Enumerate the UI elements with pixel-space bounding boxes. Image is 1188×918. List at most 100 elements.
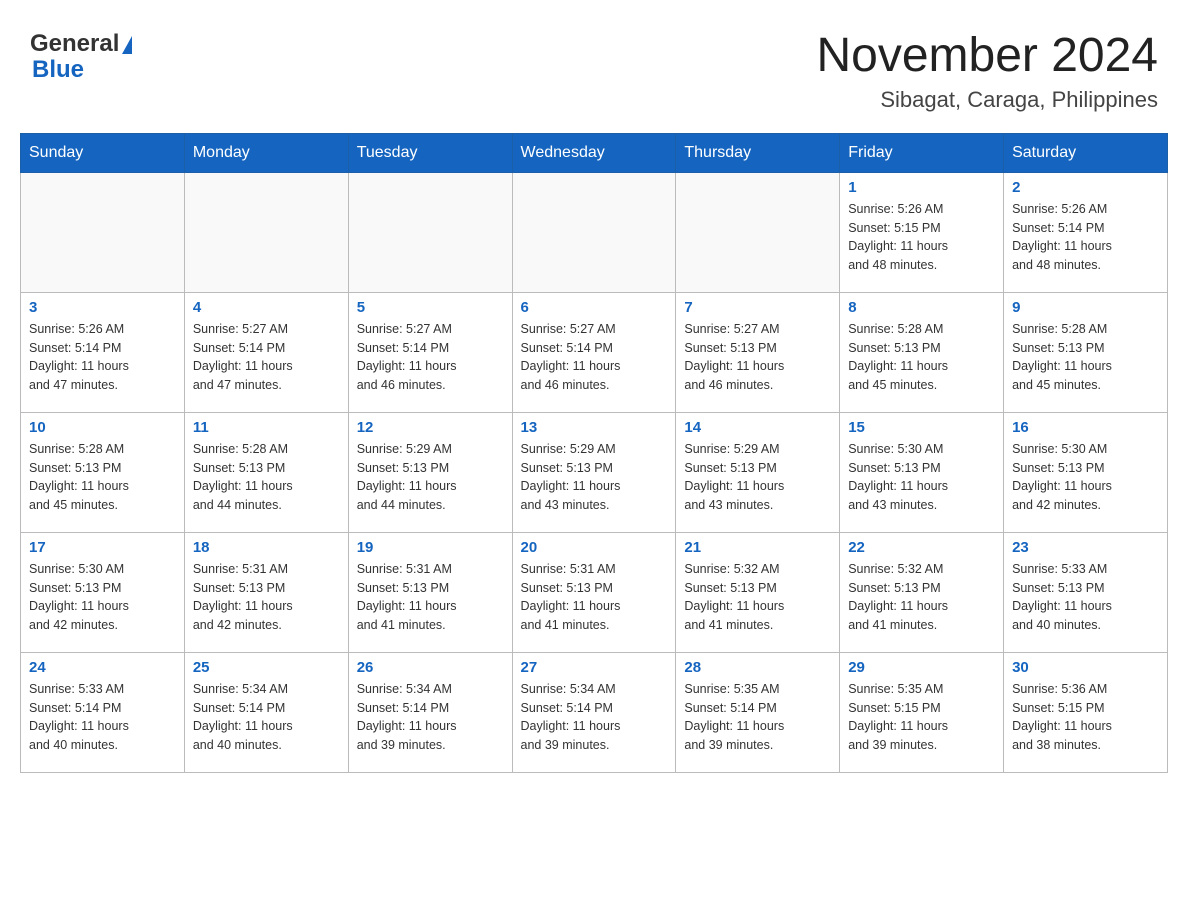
day-number: 20 xyxy=(521,539,668,556)
day-number: 1 xyxy=(848,179,995,196)
table-row: 2 Sunrise: 5:26 AMSunset: 5:14 PMDaylight… xyxy=(1004,172,1168,292)
day-number: 29 xyxy=(848,659,995,676)
day-number: 9 xyxy=(1012,299,1159,316)
day-info: Sunrise: 5:34 AMSunset: 5:14 PMDaylight:… xyxy=(193,680,340,755)
table-row xyxy=(676,172,840,292)
logo: General Blue xyxy=(30,30,132,84)
header-tuesday: Tuesday xyxy=(348,133,512,172)
table-row: 16 Sunrise: 5:30 AMSunset: 5:13 PMDayligh… xyxy=(1004,412,1168,532)
logo-triangle-icon xyxy=(122,36,132,54)
day-info: Sunrise: 5:29 AMSunset: 5:13 PMDaylight:… xyxy=(521,440,668,515)
day-info: Sunrise: 5:27 AMSunset: 5:14 PMDaylight:… xyxy=(357,320,504,395)
table-row: 5 Sunrise: 5:27 AMSunset: 5:14 PMDaylight… xyxy=(348,292,512,412)
logo-blue-text: Blue xyxy=(30,56,84,84)
table-row: 6Sunrise: 5:27 AMSunset: 5:14 PMDaylight… xyxy=(512,292,676,412)
table-row: 18Sunrise: 5:31 AMSunset: 5:13 PMDayligh… xyxy=(184,532,348,652)
table-row xyxy=(512,172,676,292)
table-row: 29 Sunrise: 5:35 AMSunset: 5:15 PMDayligh… xyxy=(840,652,1004,772)
header-sunday: Sunday xyxy=(21,133,185,172)
day-info: Sunrise: 5:26 AMSunset: 5:14 PMDaylight:… xyxy=(1012,200,1159,275)
day-info: Sunrise: 5:26 AMSunset: 5:15 PMDaylight:… xyxy=(848,200,995,275)
table-row: 17 Sunrise: 5:30 AMSunset: 5:13 PMDayligh… xyxy=(21,532,185,652)
day-number: 8 xyxy=(848,299,995,316)
header-thursday: Thursday xyxy=(676,133,840,172)
calendar-week-row: 24 Sunrise: 5:33 AMSunset: 5:14 PMDayligh… xyxy=(21,652,1168,772)
day-info: Sunrise: 5:29 AMSunset: 5:13 PMDaylight:… xyxy=(357,440,504,515)
table-row xyxy=(21,172,185,292)
table-row: 26 Sunrise: 5:34 AMSunset: 5:14 PMDayligh… xyxy=(348,652,512,772)
day-info: Sunrise: 5:36 AMSunset: 5:15 PMDaylight:… xyxy=(1012,680,1159,755)
calendar-week-row: 3 Sunrise: 5:26 AMSunset: 5:14 PMDaylight… xyxy=(21,292,1168,412)
calendar-table: Sunday Monday Tuesday Wednesday Thursday… xyxy=(20,133,1168,773)
day-number: 21 xyxy=(684,539,831,556)
day-number: 25 xyxy=(193,659,340,676)
day-info: Sunrise: 5:27 AMSunset: 5:13 PMDaylight:… xyxy=(684,320,831,395)
table-row: 8 Sunrise: 5:28 AMSunset: 5:13 PMDaylight… xyxy=(840,292,1004,412)
day-number: 26 xyxy=(357,659,504,676)
header-saturday: Saturday xyxy=(1004,133,1168,172)
header-wednesday: Wednesday xyxy=(512,133,676,172)
day-number: 11 xyxy=(193,419,340,436)
day-info: Sunrise: 5:31 AMSunset: 5:13 PMDaylight:… xyxy=(193,560,340,635)
day-number: 28 xyxy=(684,659,831,676)
table-row: 14 Sunrise: 5:29 AMSunset: 5:13 PMDayligh… xyxy=(676,412,840,532)
table-row: 24 Sunrise: 5:33 AMSunset: 5:14 PMDayligh… xyxy=(21,652,185,772)
calendar-week-row: 1 Sunrise: 5:26 AMSunset: 5:15 PMDaylight… xyxy=(21,172,1168,292)
table-row: 13 Sunrise: 5:29 AMSunset: 5:13 PMDayligh… xyxy=(512,412,676,532)
day-info: Sunrise: 5:31 AMSunset: 5:13 PMDaylight:… xyxy=(357,560,504,635)
day-info: Sunrise: 5:33 AMSunset: 5:14 PMDaylight:… xyxy=(29,680,176,755)
table-row xyxy=(348,172,512,292)
day-number: 14 xyxy=(684,419,831,436)
day-info: Sunrise: 5:29 AMSunset: 5:13 PMDaylight:… xyxy=(684,440,831,515)
day-number: 10 xyxy=(29,419,176,436)
day-number: 17 xyxy=(29,539,176,556)
day-number: 12 xyxy=(357,419,504,436)
table-row: 1 Sunrise: 5:26 AMSunset: 5:15 PMDaylight… xyxy=(840,172,1004,292)
header-friday: Friday xyxy=(840,133,1004,172)
table-row: 4 Sunrise: 5:27 AMSunset: 5:14 PMDaylight… xyxy=(184,292,348,412)
day-info: Sunrise: 5:30 AMSunset: 5:13 PMDaylight:… xyxy=(1012,440,1159,515)
day-number: 15 xyxy=(848,419,995,436)
day-info: Sunrise: 5:28 AMSunset: 5:13 PMDaylight:… xyxy=(193,440,340,515)
day-info: Sunrise: 5:33 AMSunset: 5:13 PMDaylight:… xyxy=(1012,560,1159,635)
table-row: 22Sunrise: 5:32 AMSunset: 5:13 PMDayligh… xyxy=(840,532,1004,652)
day-info: Sunrise: 5:26 AMSunset: 5:14 PMDaylight:… xyxy=(29,320,176,395)
table-row: 3 Sunrise: 5:26 AMSunset: 5:14 PMDaylight… xyxy=(21,292,185,412)
table-row: 30 Sunrise: 5:36 AMSunset: 5:15 PMDayligh… xyxy=(1004,652,1168,772)
table-row: 15Sunrise: 5:30 AMSunset: 5:13 PMDayligh… xyxy=(840,412,1004,532)
location-title: Sibagat, Caraga, Philippines xyxy=(816,87,1158,113)
day-number: 19 xyxy=(357,539,504,556)
day-number: 16 xyxy=(1012,419,1159,436)
table-row: 23 Sunrise: 5:33 AMSunset: 5:13 PMDayligh… xyxy=(1004,532,1168,652)
calendar-week-row: 17 Sunrise: 5:30 AMSunset: 5:13 PMDayligh… xyxy=(21,532,1168,652)
day-number: 3 xyxy=(29,299,176,316)
page-header: General Blue November 2024 Sibagat, Cara… xyxy=(20,20,1168,113)
table-row: 9Sunrise: 5:28 AMSunset: 5:13 PMDaylight… xyxy=(1004,292,1168,412)
day-info: Sunrise: 5:31 AMSunset: 5:13 PMDaylight:… xyxy=(521,560,668,635)
logo-general-text: General xyxy=(30,30,119,58)
day-info: Sunrise: 5:27 AMSunset: 5:14 PMDaylight:… xyxy=(193,320,340,395)
day-info: Sunrise: 5:28 AMSunset: 5:13 PMDaylight:… xyxy=(848,320,995,395)
day-info: Sunrise: 5:28 AMSunset: 5:13 PMDaylight:… xyxy=(29,440,176,515)
day-number: 7 xyxy=(684,299,831,316)
day-number: 4 xyxy=(193,299,340,316)
day-info: Sunrise: 5:35 AMSunset: 5:15 PMDaylight:… xyxy=(848,680,995,755)
table-row: 20 Sunrise: 5:31 AMSunset: 5:13 PMDayligh… xyxy=(512,532,676,652)
day-info: Sunrise: 5:34 AMSunset: 5:14 PMDaylight:… xyxy=(357,680,504,755)
day-info: Sunrise: 5:30 AMSunset: 5:13 PMDaylight:… xyxy=(29,560,176,635)
day-number: 5 xyxy=(357,299,504,316)
day-number: 23 xyxy=(1012,539,1159,556)
day-info: Sunrise: 5:32 AMSunset: 5:13 PMDaylight:… xyxy=(848,560,995,635)
day-info: Sunrise: 5:35 AMSunset: 5:14 PMDaylight:… xyxy=(684,680,831,755)
day-number: 2 xyxy=(1012,179,1159,196)
table-row: 25 Sunrise: 5:34 AMSunset: 5:14 PMDayligh… xyxy=(184,652,348,772)
day-number: 30 xyxy=(1012,659,1159,676)
table-row: 12 Sunrise: 5:29 AMSunset: 5:13 PMDayligh… xyxy=(348,412,512,532)
day-number: 13 xyxy=(521,419,668,436)
table-row: 19 Sunrise: 5:31 AMSunset: 5:13 PMDayligh… xyxy=(348,532,512,652)
header-monday: Monday xyxy=(184,133,348,172)
table-row: 11 Sunrise: 5:28 AMSunset: 5:13 PMDayligh… xyxy=(184,412,348,532)
month-title: November 2024 xyxy=(816,30,1158,83)
day-number: 24 xyxy=(29,659,176,676)
calendar-week-row: 10 Sunrise: 5:28 AMSunset: 5:13 PMDayligh… xyxy=(21,412,1168,532)
